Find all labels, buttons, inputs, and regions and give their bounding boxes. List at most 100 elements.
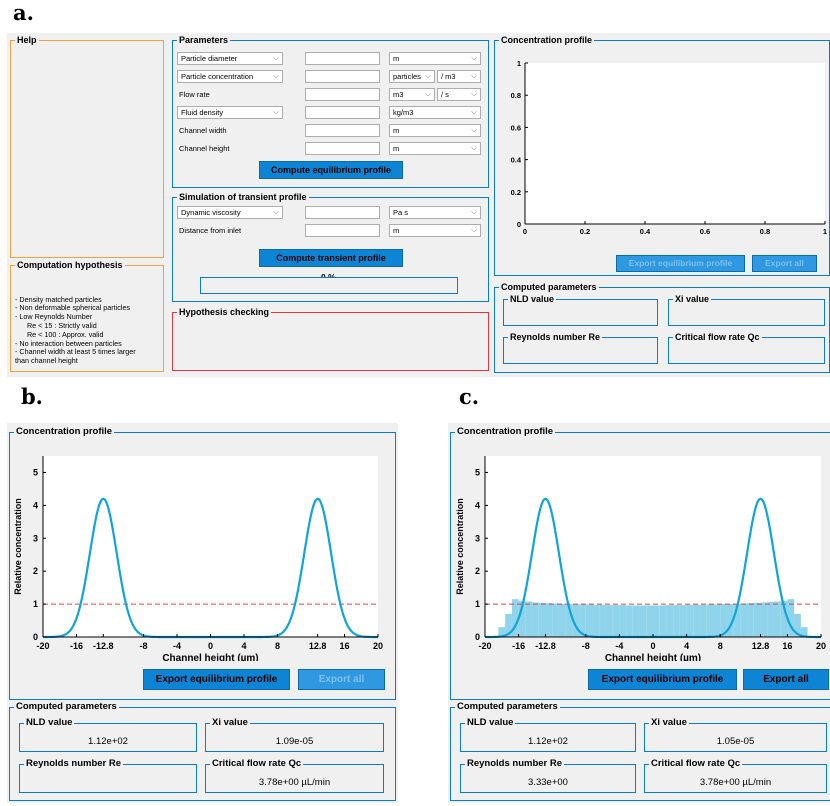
x-tick-label: 0 — [523, 227, 527, 236]
fluid-density-input[interactable] — [305, 106, 380, 119]
xi-box-c: Xi value 1.05e-05 — [644, 717, 827, 752]
xi-box-b: Xi value 1.09e-05 — [205, 717, 384, 752]
app-window-c: Concentration profile -20 -16 -12.8 -8 -4 0 4 8… — [448, 423, 830, 803]
xi-value-b: 1.09e-05 — [275, 736, 314, 747]
y-tick-label: 4 — [475, 500, 480, 510]
histogram-bar — [552, 603, 559, 637]
flow-rate-volume-select[interactable]: m3 ⌵ — [389, 88, 435, 101]
x-tick-label: -4 — [173, 641, 181, 651]
particle-diameter-select[interactable]: Particle diameter ⌵ — [177, 52, 283, 65]
export-all-button-c[interactable]: Export all — [743, 669, 829, 690]
xi-label-a: Xi value — [673, 293, 712, 305]
chevron-down-icon: ⌵ — [273, 73, 279, 80]
distance-from-inlet-label: Distance from inlet — [179, 226, 242, 235]
chart-c: -20 -16 -12.8 -8 -4 0 4 8 12.8 16 20 0 1 2 3 4 5 Channel … — [455, 456, 826, 661]
histogram-bar — [753, 602, 761, 637]
export-all-button-b[interactable]: Export all — [298, 669, 385, 690]
y-tick-label: 1 — [33, 599, 38, 609]
help-panel: Help — [10, 34, 164, 258]
fluid-density-select[interactable]: Fluid density ⌵ — [177, 106, 283, 119]
x-tick-label: 0.8 — [760, 227, 770, 236]
histogram-bar — [653, 605, 660, 637]
y-tick-label: 2 — [33, 566, 38, 576]
app-window-a: Help Computation hypothesis - Density ma… — [7, 33, 830, 377]
qc-box-b: Critical flow rate Qc 3.78e+00 µL/min — [205, 758, 384, 793]
dynamic-viscosity-select[interactable]: Dynamic viscosity ⌵ — [177, 206, 283, 219]
export-equilibrium-button-c[interactable]: Export equilibrium profile — [588, 669, 737, 690]
hypothesis-checking-panel: Hypothesis checking — [172, 306, 489, 371]
compute-equilibrium-button[interactable]: Compute equilibrium profile — [259, 161, 403, 179]
histogram-bar — [626, 605, 633, 637]
histogram-bar — [592, 604, 600, 637]
dynamic-viscosity-unit-select[interactable]: Pa s ⌵ — [389, 206, 481, 219]
histogram-bar — [747, 603, 754, 637]
parameters-title: Parameters — [177, 34, 231, 46]
nld-label-b: NLD value — [24, 717, 75, 729]
concentration-profile-panel-c: Concentration profile -20 -16 -12.8 -8 -4 0 4 8… — [450, 426, 830, 700]
chevron-down-icon: ⌵ — [471, 227, 477, 234]
xi-box-a: Xi value — [668, 293, 825, 326]
histogram-bar — [673, 605, 680, 637]
empty-chart-area — [525, 63, 825, 224]
xi-label-b: Xi value — [210, 717, 250, 729]
histogram-bar — [700, 604, 707, 637]
chevron-down-icon: ⌵ — [425, 91, 431, 98]
flow-rate-input[interactable] — [305, 88, 380, 101]
re-label-b: Reynolds number Re — [24, 758, 124, 770]
channel-height-unit-select[interactable]: m ⌵ — [389, 142, 481, 155]
dynamic-viscosity-input[interactable] — [305, 206, 380, 219]
xi-label-c: Xi value — [649, 717, 689, 729]
x-tick-label: -12.8 — [535, 641, 556, 651]
particle-concentration-volume-select[interactable]: / m3 ⌵ — [437, 70, 481, 83]
y-tick-label: 5 — [33, 467, 38, 477]
re-value-c: 3.33e+00 — [528, 777, 568, 788]
histogram-bar — [525, 601, 533, 637]
compute-transient-button[interactable]: Compute transient profile — [259, 249, 403, 267]
histogram-bar — [612, 605, 620, 637]
histogram-bar — [545, 603, 553, 637]
plot-area — [43, 456, 378, 637]
chevron-down-icon: ⌵ — [471, 55, 477, 62]
flow-rate-time-select[interactable]: / s ⌵ — [437, 88, 481, 101]
histogram-bar — [646, 605, 653, 637]
y-tick-label: 4 — [33, 500, 38, 510]
export-equilibrium-button-a[interactable]: Export equilibrium profile — [616, 255, 745, 272]
distance-from-inlet-unit-select[interactable]: m ⌵ — [389, 224, 481, 237]
y-tick-label: 5 — [475, 467, 480, 477]
histogram-bar — [632, 605, 640, 637]
particle-concentration-unit-select[interactable]: particles ⌵ — [389, 70, 435, 83]
x-tick-label: 0.4 — [640, 227, 651, 236]
particle-diameter-input[interactable] — [305, 52, 380, 65]
histogram-bar — [760, 602, 768, 637]
y-tick-label: 0 — [33, 632, 38, 642]
channel-height-input[interactable] — [305, 142, 380, 155]
x-tick-label: 16 — [782, 641, 792, 651]
histogram-bar — [767, 601, 774, 637]
x-tick-label: 4 — [684, 641, 689, 651]
app-window-b: Concentration profile -20 -16 -12.8 -8 -4 0 4 8… — [7, 423, 398, 803]
particle-concentration-select[interactable]: Particle concentration ⌵ — [177, 70, 283, 83]
histogram-bar — [713, 604, 721, 637]
histogram-bar — [679, 605, 687, 637]
qc-value-b: 3.78e+00 µL/min — [258, 777, 331, 788]
re-box-a: Reynolds number Re — [503, 331, 658, 364]
chart-b: -20 -16 -12.8 -8 -4 0 4 8 12.8 16 20 0 1 2 3 4 5 Channel … — [13, 456, 383, 661]
computed-parameters-title-c: Computed parameters — [455, 701, 560, 713]
export-all-button-a[interactable]: Export all — [752, 255, 817, 272]
distance-from-inlet-input[interactable] — [305, 224, 380, 237]
progress-bar — [200, 277, 458, 294]
panel-label-a: a. — [13, 0, 34, 25]
particle-concentration-input[interactable] — [305, 70, 380, 83]
particle-diameter-unit-select[interactable]: m ⌵ — [389, 52, 481, 65]
fluid-density-unit-select[interactable]: kg/m3 ⌵ — [389, 106, 481, 119]
x-tick-label: 12.8 — [752, 641, 770, 651]
qc-box-c: Critical flow rate Qc 3.78e+00 µL/min — [644, 758, 827, 793]
computed-parameters-panel-b: Computed parameters NLD value 1.12e+02 Xi… — [9, 701, 396, 801]
simulation-title: Simulation of transient profile — [177, 191, 309, 203]
channel-width-input[interactable] — [305, 124, 380, 137]
channel-width-unit-select[interactable]: m ⌵ — [389, 124, 481, 137]
export-equilibrium-button-b[interactable]: Export equilibrium profile — [143, 669, 290, 690]
histogram-bar — [686, 604, 694, 637]
histogram-bar — [585, 604, 593, 637]
nld-value-b: 1.12e+02 — [88, 736, 128, 747]
